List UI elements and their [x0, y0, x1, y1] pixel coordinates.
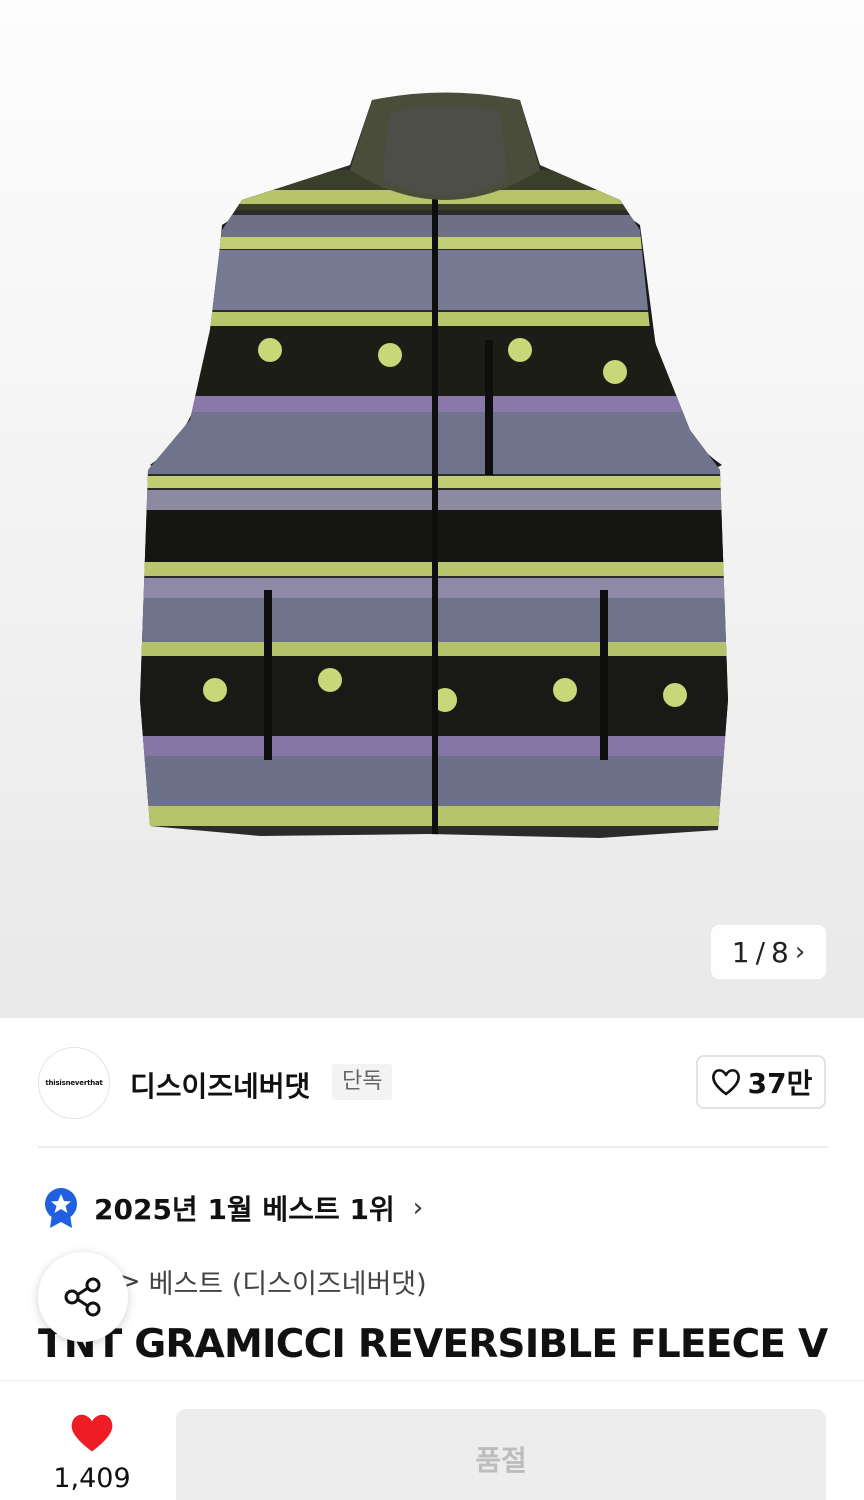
chevron-right-icon: ›: [794, 937, 806, 967]
brand-row: thisisneverthat 디스이즈네버댓 단독 37만: [38, 1045, 828, 1119]
brand-logo[interactable]: thisisneverthat: [38, 1047, 110, 1119]
product-image-gallery[interactable]: 1 / 8 ›: [0, 0, 864, 1018]
bottom-action-bar: 1,409 품절: [0, 1380, 864, 1500]
brand-like-button[interactable]: 37만: [696, 1055, 826, 1109]
chevron-right-icon: ›: [412, 1193, 424, 1223]
section-divider: [38, 1146, 828, 1148]
soldout-button[interactable]: 품절: [176, 1409, 826, 1500]
breadcrumb-current[interactable]: 베스트 (디스이즈네버댓): [149, 1262, 427, 1301]
product-like-button[interactable]: 1,409: [40, 1411, 144, 1494]
product-title: TNT GRAMICCI REVERSIBLE FLEECE VES: [38, 1322, 828, 1367]
brand-like-count: 37만: [747, 1067, 813, 1100]
product-like-count: 1,409: [53, 1463, 131, 1494]
total-image-count: 8: [771, 935, 789, 969]
share-button[interactable]: [38, 1252, 128, 1342]
brand-name[interactable]: 디스이즈네버댓: [130, 1065, 310, 1105]
ranking-text: 2025년 1월 베스트 1위: [94, 1193, 395, 1226]
brand-logo-text: thisisneverthat: [45, 1079, 103, 1087]
share-icon: [64, 1277, 101, 1317]
ranking-medal-icon: [45, 1188, 77, 1228]
product-photo-vest: [140, 92, 728, 838]
exclusive-badge: 단독: [332, 1064, 393, 1100]
counter-separator: /: [755, 935, 766, 969]
image-page-counter[interactable]: 1 / 8 ›: [711, 925, 826, 979]
current-image-number: 1: [731, 935, 750, 969]
heart-filled-icon: [71, 1414, 113, 1452]
ranking-link[interactable]: 2025년 1월 베스트 1위 ›: [42, 1185, 423, 1231]
heart-outline-icon: [711, 1069, 740, 1096]
